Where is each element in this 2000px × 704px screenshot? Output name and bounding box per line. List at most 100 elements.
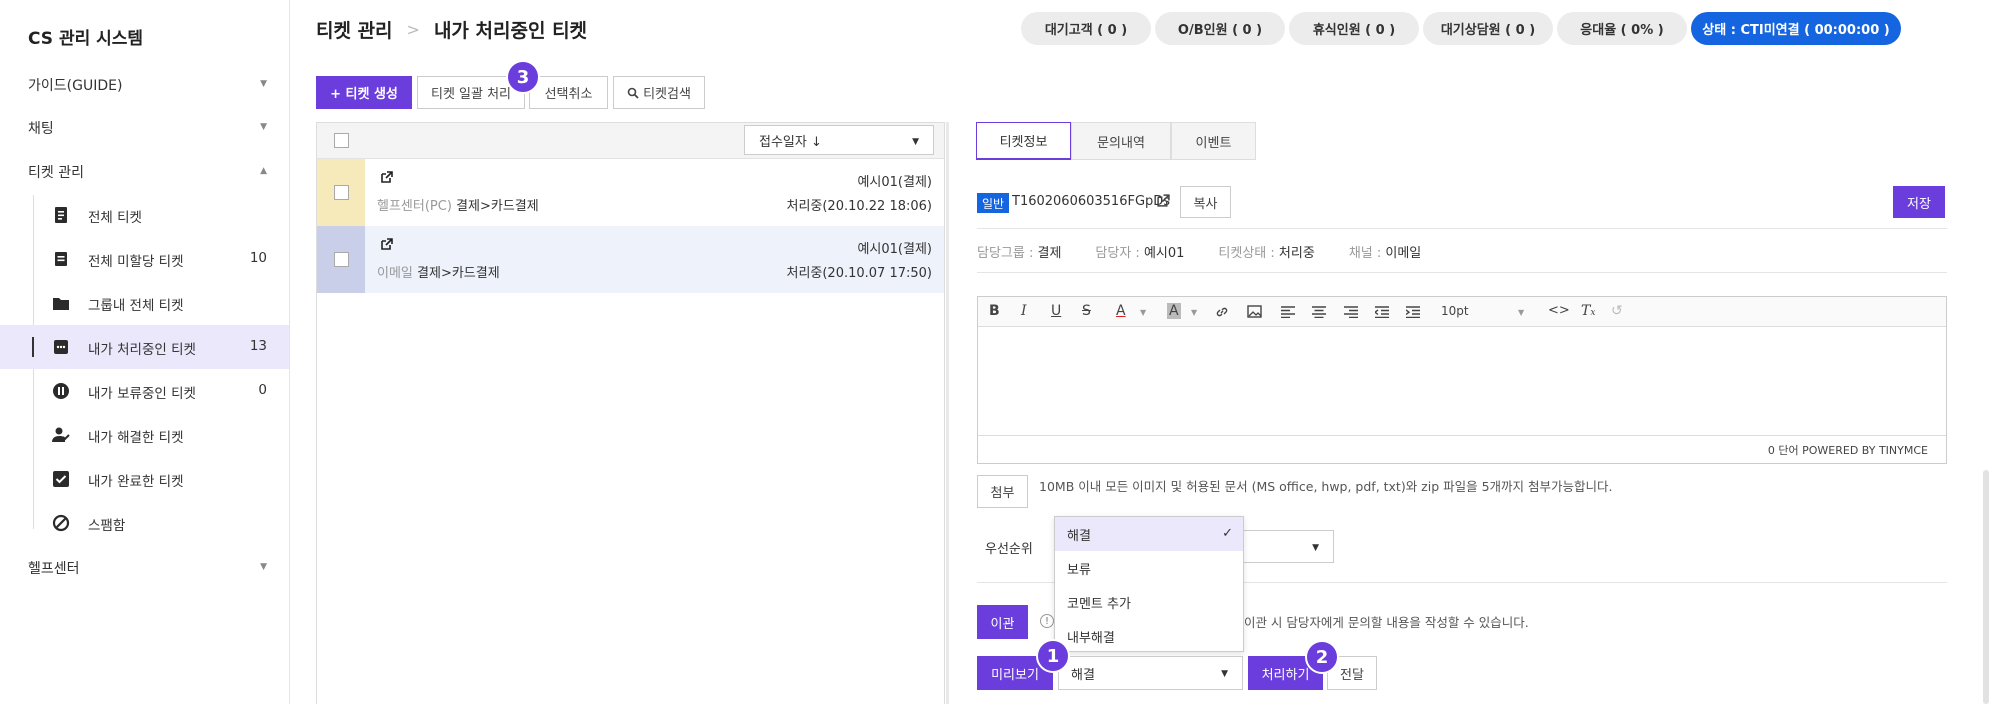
ticket-search-label: 티켓검색 [643, 87, 691, 102]
meta-channel: 채널 : 이메일 [1349, 242, 1421, 261]
meta-status: 티켓상태 : 처리중 [1218, 242, 1314, 261]
priority-label: 우선순위 [985, 542, 1033, 557]
sidebar-item-label: 내가 완료한 티켓 [88, 474, 184, 490]
row-checkbox[interactable] [334, 252, 349, 267]
external-link-icon[interactable] [381, 238, 393, 250]
font-size-select[interactable]: 10pt [1441, 304, 1469, 318]
tab-inquiry-history[interactable]: 문의내역 [1071, 122, 1171, 160]
ticket-meta: 담당그룹 : 결제 담당자 : 예시01 티켓상태 : 처리중 채널 : 이메일 [977, 242, 1421, 261]
app-title: CS 관리 시스템 [28, 29, 144, 49]
breadcrumb-parent[interactable]: 티켓 관리 [316, 16, 393, 43]
chat-dots-icon [54, 340, 68, 354]
sidebar-item-all-tickets[interactable]: 전체 티켓 [0, 193, 289, 237]
sidebar-item-spam[interactable]: 스팸함 [0, 501, 289, 545]
tab-events[interactable]: 이벤트 [1171, 122, 1256, 160]
sidebar-item-my-resolved[interactable]: 내가 해결한 티켓 [0, 413, 289, 457]
ticket-list: 접수일자 ↓ ▼ 헬프센터(PC) 결제>카드결제 예시01(결제) 처리중(2… [316, 122, 945, 704]
meta-key: 담당자 : [1095, 246, 1144, 261]
attach-button[interactable]: 첨부 [977, 475, 1028, 508]
text-color-icon[interactable]: A [1116, 303, 1126, 319]
dropdown-option-add-comment[interactable]: 코멘트 추가 [1055, 585, 1243, 619]
status-pill-response-rate: 응대율 ( 0% ) [1557, 12, 1687, 45]
bold-icon[interactable]: B [989, 303, 1000, 319]
indent-icon[interactable] [1406, 306, 1420, 318]
ticket-channel-name: 헬프센터(PC) [377, 199, 452, 214]
image-icon[interactable] [1247, 305, 1262, 318]
source-code-icon[interactable]: <> [1548, 303, 1570, 318]
priority-select[interactable]: ▼ [1243, 530, 1334, 563]
underline-icon[interactable]: U [1051, 303, 1061, 319]
dropdown-option-resolve[interactable]: 해결 ✓ [1055, 517, 1243, 551]
action-select[interactable]: 해결 ▼ [1058, 656, 1243, 690]
document-icon [55, 207, 67, 223]
sort-select[interactable]: 접수일자 ↓ ▼ [744, 125, 934, 155]
sidebar-item-label: 전체 미할당 티켓 [88, 254, 184, 270]
menu-helpcenter[interactable]: 헬프센터 ▼ [0, 548, 289, 588]
copy-button[interactable]: 복사 [1180, 186, 1231, 218]
note-icon [55, 252, 67, 266]
ticket-channel: 이메일 결제>카드결제 [377, 262, 500, 281]
sidebar-item-count: 13 [249, 338, 267, 354]
editor-toolbar: B I U S A ▼ A ▼ 10pt ▼ <> Tx ↺ [978, 297, 1946, 327]
ticket-search-button[interactable]: 티켓검색 [613, 76, 705, 109]
select-all-checkbox[interactable] [334, 133, 349, 148]
chevron-down-icon: ▼ [260, 79, 267, 89]
sidebar-item-label: 내가 해결한 티켓 [88, 430, 184, 446]
row-checkbox[interactable] [334, 185, 349, 200]
action-dropdown-menu: 해결 ✓ 보류 코멘트 추가 내부해결 [1054, 516, 1244, 652]
ticket-row[interactable]: 헬프센터(PC) 결제>카드결제 예시01(결제) 처리중(20.10.22 1… [317, 159, 944, 226]
editor-body[interactable] [978, 327, 1946, 435]
tab-ticket-info[interactable]: 티켓정보 [976, 122, 1071, 160]
strikethrough-icon[interactable]: S [1082, 303, 1091, 319]
app-root: CS 관리 시스템 가이드(GUIDE) ▼ 채팅 ▼ 티켓 관리 ▲ 전체 티… [0, 0, 2000, 704]
dropdown-option-label: 해결 [1067, 528, 1091, 544]
status-pill-waiting-agents: 대기상담원 ( 0 ) [1423, 12, 1553, 45]
status-pill-waiting-customers: 대기고객 ( 0 ) [1021, 12, 1151, 45]
external-link-icon[interactable] [1157, 194, 1170, 207]
action-select-value: 해결 [1071, 667, 1095, 683]
chevron-down-icon: ▼ [260, 122, 267, 132]
sidebar-item-group-tickets[interactable]: 그룹내 전체 티켓 [0, 281, 289, 325]
dropdown-option-hold[interactable]: 보류 [1055, 551, 1243, 585]
save-button[interactable]: 저장 [1893, 186, 1945, 218]
pane-resizer[interactable] [946, 122, 949, 704]
align-left-icon[interactable] [1281, 306, 1295, 318]
deselect-button[interactable]: 선택취소 [529, 76, 608, 109]
sidebar-item-count: 10 [249, 250, 267, 266]
clear-format-icon[interactable]: Tx [1581, 303, 1595, 319]
ticket-owner: 예시01(결제) [857, 175, 932, 190]
transfer-button[interactable]: 이관 [977, 605, 1028, 639]
italic-icon[interactable]: I [1021, 303, 1027, 319]
external-link-icon[interactable] [381, 171, 393, 183]
transfer-hint: 니다. 이관 시 담당자에게 문의할 내용을 작성할 수 있습니다. [1213, 615, 1529, 630]
link-icon[interactable] [1215, 305, 1229, 319]
sidebar-item-my-in-progress[interactable]: 내가 처리중인 티켓 13 [0, 325, 289, 369]
cti-status-button[interactable]: 상태 : CTI미연결 ( 00:00:00 ) [1691, 12, 1901, 45]
chevron-down-icon[interactable]: ▼ [1518, 308, 1524, 317]
undo-icon[interactable]: ↺ [1611, 303, 1623, 319]
sidebar-item-unassigned[interactable]: 전체 미할당 티켓 10 [0, 237, 289, 281]
ticket-channel: 헬프센터(PC) 결제>카드결제 [377, 195, 539, 214]
menu-guide[interactable]: 가이드(GUIDE) ▼ [0, 65, 289, 105]
menu-label: 헬프센터 [28, 561, 80, 577]
ticket-row[interactable]: 이메일 결제>카드결제 예시01(결제) 처리중(20.10.07 17:50) [317, 226, 944, 293]
scrollbar[interactable] [1983, 470, 1989, 704]
align-right-icon[interactable] [1344, 306, 1358, 318]
highlight-color-icon[interactable]: A [1167, 303, 1181, 319]
menu-chat[interactable]: 채팅 ▼ [0, 108, 289, 148]
menu-label: 가이드(GUIDE) [28, 78, 123, 94]
caret-down-icon: ▼ [912, 137, 919, 147]
chevron-down-icon[interactable]: ▼ [1191, 308, 1197, 317]
menu-ticket-management[interactable]: 티켓 관리 ▲ [0, 152, 289, 192]
rich-text-editor: B I U S A ▼ A ▼ 10pt ▼ <> Tx ↺ 0 단어 POWE… [977, 296, 1947, 464]
chevron-down-icon[interactable]: ▼ [1140, 308, 1146, 317]
create-ticket-button[interactable]: + 티켓 생성 [316, 76, 412, 109]
outdent-icon[interactable] [1375, 306, 1389, 318]
sidebar-item-label: 그룹내 전체 티켓 [88, 298, 184, 314]
align-center-icon[interactable] [1312, 306, 1326, 318]
sidebar-item-my-completed[interactable]: 내가 완료한 티켓 [0, 457, 289, 501]
sidebar-item-my-on-hold[interactable]: 내가 보류중인 티켓 0 [0, 369, 289, 413]
sort-select-value: 접수일자 ↓ [759, 134, 822, 150]
ticket-owner: 예시01(결제) [857, 242, 932, 257]
dropdown-option-internal-resolve[interactable]: 내부해결 [1055, 619, 1243, 653]
